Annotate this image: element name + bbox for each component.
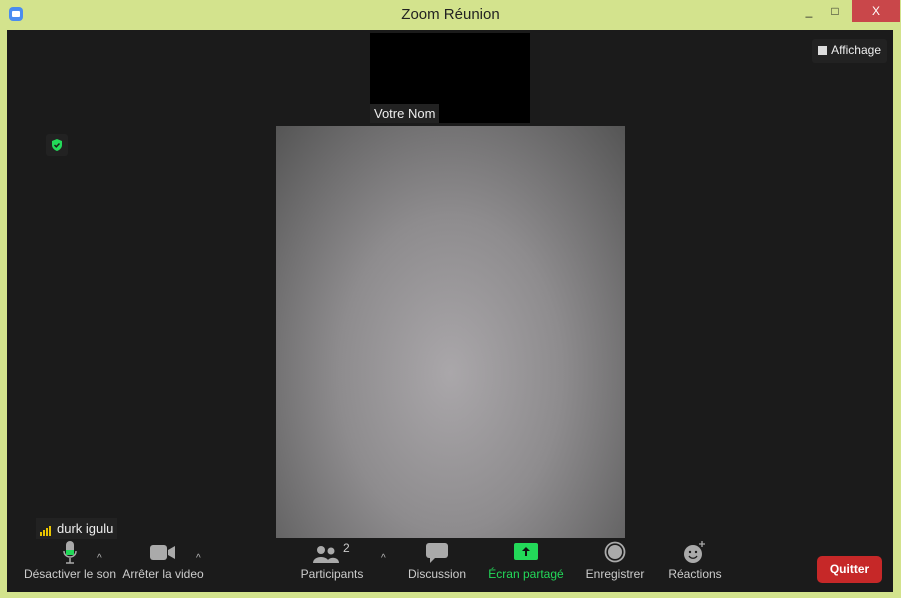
video-camera-icon bbox=[122, 537, 204, 567]
participants-count: 2 bbox=[343, 541, 350, 555]
meeting-toolbar: Désactiver le son ^ Arrêter la video ^ 2… bbox=[7, 537, 893, 592]
close-button[interactable]: X bbox=[852, 0, 900, 22]
minimize-button[interactable]: _ bbox=[796, 0, 822, 22]
participants-button[interactable]: 2 Participants bbox=[297, 537, 367, 592]
smiley-add-icon bbox=[663, 537, 727, 567]
view-button[interactable]: Affichage bbox=[812, 39, 887, 63]
microphone-icon bbox=[15, 537, 125, 567]
chat-bubble-icon bbox=[403, 537, 471, 567]
security-shield-icon[interactable] bbox=[46, 134, 68, 156]
meeting-area: Votre Nom Affichage durk igulu Désactive… bbox=[7, 30, 893, 592]
active-speaker-label: durk igulu bbox=[36, 518, 118, 539]
window-title: Zoom Réunion bbox=[401, 6, 500, 23]
self-video-tile[interactable]: Votre Nom bbox=[370, 33, 530, 123]
speaker-name: durk igulu bbox=[57, 521, 114, 536]
grid-icon bbox=[818, 46, 828, 55]
video-options-caret[interactable]: ^ bbox=[196, 553, 201, 564]
self-name-label: Votre Nom bbox=[370, 104, 440, 123]
view-label: Affichage bbox=[831, 43, 881, 57]
record-icon bbox=[581, 537, 649, 567]
maximize-button[interactable]: □ bbox=[822, 0, 848, 22]
quit-button[interactable]: Quitter bbox=[817, 556, 882, 583]
signal-strength-icon bbox=[40, 521, 52, 536]
participants-options-caret[interactable]: ^ bbox=[381, 553, 386, 564]
participants-icon: 2 bbox=[297, 537, 367, 567]
record-button[interactable]: Enregistrer bbox=[581, 537, 649, 592]
share-screen-icon bbox=[485, 537, 567, 567]
title-bar: Zoom Réunion _ □ X bbox=[0, 0, 901, 30]
share-screen-button[interactable]: Écran partagé bbox=[485, 537, 567, 592]
reactions-button[interactable]: Réactions bbox=[663, 537, 727, 592]
mute-button[interactable]: Désactiver le son bbox=[15, 537, 125, 592]
audio-options-caret[interactable]: ^ bbox=[97, 553, 102, 564]
stop-video-button[interactable]: Arrêter la video bbox=[122, 537, 204, 592]
participant-video bbox=[276, 126, 625, 538]
chat-button[interactable]: Discussion bbox=[403, 537, 471, 592]
